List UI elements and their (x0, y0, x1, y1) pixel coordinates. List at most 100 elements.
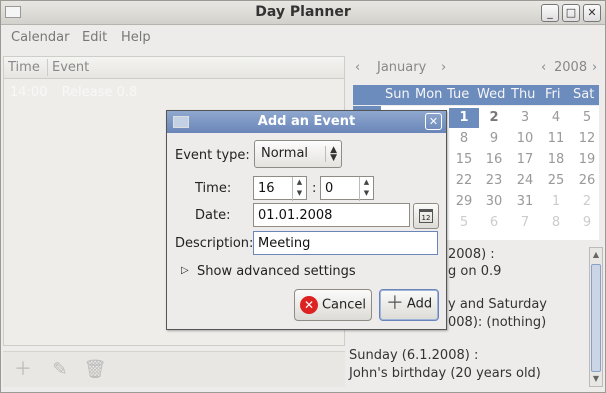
add-label: Add (406, 296, 433, 312)
close-button[interactable]: ✕ (583, 4, 601, 22)
calendar-day[interactable]: 8 (449, 131, 479, 146)
scroll-up-icon[interactable]: ▲ (590, 248, 602, 262)
weekday-label: Wed (477, 87, 506, 102)
calendar-day-next-month[interactable]: 7 (510, 215, 540, 230)
prev-month-icon[interactable]: ‹ (355, 60, 360, 75)
time-label: Time: (195, 181, 232, 196)
minute-spinner[interactable]: 0 ▲ ▼ (320, 176, 374, 201)
cancel-button[interactable]: ✕ Cancel (294, 289, 372, 321)
add-event-dialog: Add an Event ✕ Event type: Normal ▲ ▼ Tim… (166, 110, 447, 330)
add-button[interactable]: ＋ Add (379, 289, 439, 321)
description-value: Meeting (258, 236, 311, 251)
scroll-down-icon[interactable]: ▼ (590, 372, 602, 386)
menu-help[interactable]: Help (121, 30, 151, 45)
calendar-day[interactable]: 29 (449, 194, 479, 209)
date-label: Date: (195, 208, 231, 223)
cancel-icon: ✕ (299, 296, 318, 314)
expander-arrow-icon[interactable]: ▷ (181, 265, 189, 276)
chevron-updown-icon: ▲ ▼ (325, 146, 337, 163)
event-type-select[interactable]: Normal ▲ ▼ (254, 140, 342, 168)
weekday-label: Sat (573, 87, 595, 102)
next-year-icon[interactable]: › (592, 60, 597, 75)
window-title: Day Planner (255, 4, 351, 20)
spin-arrows-icon[interactable]: ▲ ▼ (292, 177, 306, 201)
dialog-title-bar[interactable]: Add an Event ✕ (167, 111, 446, 133)
calendar-day-next-month[interactable]: 5 (449, 215, 479, 230)
calendar-icon: 12 (419, 209, 433, 223)
calendar-day[interactable]: 22 (449, 173, 479, 188)
dialog-close-icon[interactable]: ✕ (425, 113, 442, 130)
calendar-day[interactable]: 16 (479, 152, 509, 167)
column-time-header[interactable]: Time (8, 60, 40, 75)
notes-scrollbar[interactable]: ▲ ▼ (589, 247, 603, 387)
menu-edit[interactable]: Edit (82, 30, 107, 45)
menu-calendar[interactable]: Calendar (11, 30, 69, 45)
calendar-day[interactable]: 17 (510, 152, 540, 167)
calendar-day[interactable]: 31 (510, 194, 540, 209)
dialog-title: Add an Event (257, 114, 356, 129)
note-line: 2008) : (448, 247, 495, 262)
minimize-button[interactable]: _ (541, 4, 559, 22)
next-month-icon[interactable]: › (441, 60, 446, 75)
hour-value: 16 (258, 181, 275, 196)
calendar-day[interactable]: 23 (479, 173, 509, 188)
column-event-header[interactable]: Event (52, 60, 89, 75)
title-bar[interactable]: Day Planner _ □ ✕ (1, 1, 605, 25)
weekday-label: Tue (447, 87, 470, 102)
calendar-day-next-month[interactable]: 1 (541, 194, 571, 209)
maximize-button[interactable]: □ (562, 4, 580, 22)
event-type-label: Event type: (175, 148, 250, 163)
weekday-label: Mon (415, 87, 443, 102)
calendar-day[interactable]: 2 (479, 110, 509, 125)
calendar-day[interactable]: 5 (572, 110, 602, 125)
event-toolbar: ＋ ✎ 🗑 (3, 351, 345, 387)
weekday-label: Sun (385, 87, 410, 102)
calendar-day[interactable]: 4 (541, 110, 571, 125)
date-value: 01.01.2008 (258, 208, 333, 223)
hour-spinner[interactable]: 16 ▲ ▼ (253, 176, 307, 201)
description-label: Description: (175, 236, 254, 251)
calendar-day[interactable]: 11 (541, 131, 571, 146)
spin-arrows-icon[interactable]: ▲ ▼ (359, 177, 373, 201)
event-row[interactable]: 14:00 Release 0.8 (10, 85, 147, 100)
calendar-day[interactable]: 15 (449, 152, 479, 167)
plus-icon: ＋ (385, 293, 404, 314)
advanced-settings-expander[interactable]: Show advanced settings (197, 264, 356, 279)
scroll-thumb[interactable] (591, 264, 601, 372)
calendar-month: January (377, 60, 427, 75)
calendar-day[interactable]: 25 (541, 173, 571, 188)
cancel-label: Cancel (321, 297, 367, 313)
trash-icon[interactable]: 🗑 (83, 358, 107, 382)
prev-year-icon[interactable]: ‹ (541, 60, 546, 75)
column-separator (47, 59, 48, 76)
calendar-day[interactable]: 26 (572, 173, 602, 188)
date-field[interactable]: 01.01.2008 (253, 203, 410, 227)
weekday-label: Fri (545, 87, 561, 102)
description-input[interactable]: Meeting (253, 231, 438, 255)
event-title: Release 0.8 (61, 85, 138, 100)
calendar-day-selected[interactable]: 1 (449, 108, 479, 128)
menu-bar: Calendar Edit Help (1, 26, 605, 50)
calendar-year: 2008 (554, 60, 588, 75)
calendar-day-next-month[interactable]: 8 (541, 215, 571, 230)
events-header: Time Event (4, 57, 344, 79)
calendar-day[interactable]: 10 (510, 131, 540, 146)
calendar-day[interactable]: 3 (510, 110, 540, 125)
weekday-header: Sun Mon Tue Wed Thu Fri Sat (353, 85, 599, 105)
calendar-day-next-month[interactable]: 9 (572, 215, 602, 230)
calendar-day[interactable]: 12 (572, 131, 602, 146)
minute-value: 0 (325, 181, 334, 196)
calendar-day-next-month[interactable]: 6 (479, 215, 509, 230)
note-line: Sunday (6.1.2008) : (349, 348, 479, 363)
calendar-day[interactable]: 18 (541, 152, 571, 167)
calendar-day[interactable]: 30 (479, 194, 509, 209)
calendar-day-next-month[interactable]: 2 (572, 194, 602, 209)
event-time: 14:00 (10, 85, 48, 100)
calendar-day[interactable]: 19 (572, 152, 602, 167)
note-line: g on 0.9 (448, 264, 502, 279)
edit-event-icon[interactable]: ✎ (48, 358, 72, 382)
calendar-day[interactable]: 9 (479, 131, 509, 146)
calendar-day[interactable]: 24 (510, 173, 540, 188)
add-event-icon[interactable]: ＋ (11, 358, 35, 382)
date-picker-button[interactable]: 12 (413, 203, 439, 229)
